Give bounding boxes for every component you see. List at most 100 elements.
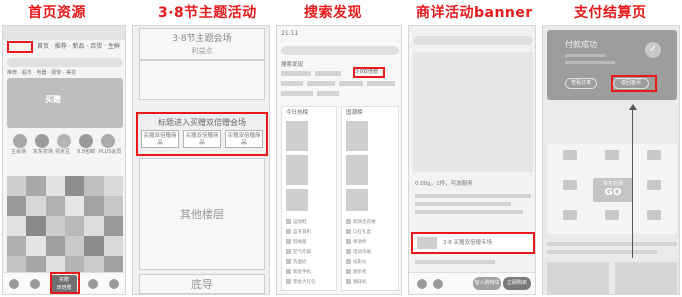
icon-label: 东东农场 [33, 149, 54, 155]
list-thumb[interactable] [346, 189, 368, 211]
hot-word[interactable] [339, 81, 363, 86]
go-label: GO [604, 187, 622, 198]
highlight-back-button [611, 75, 657, 92]
recommend-grid: 东东农场 GO [547, 144, 677, 234]
info-line [415, 260, 495, 264]
check-icon: ✓ [645, 42, 661, 58]
cart-tab-icon[interactable] [88, 278, 99, 289]
product-feed-blurred[interactable] [7, 176, 123, 276]
hot-word[interactable] [307, 81, 335, 86]
search-section-title: 搜索发现 [281, 62, 304, 68]
icon-grid: 主会场 东东农场 领京豆 9.9包邮 PLUS会员 [11, 134, 121, 170]
list-thumb[interactable] [346, 121, 368, 151]
theme-activity-screen: 3·8节主题会场 利益点 标题进入买赠双倍赠会场 买赠双倍赠商品 买赠双倍赠商品… [132, 25, 270, 295]
info-line [415, 194, 531, 198]
venue-benefit: 利益点 [191, 47, 213, 55]
info-line [547, 250, 657, 254]
grid-cell[interactable] [635, 208, 673, 232]
product-spec[interactable]: 0.00g，1件，可选服务 [415, 181, 473, 187]
list-thumb[interactable] [286, 121, 308, 151]
sub-tabs[interactable]: 推荐 · 超市 · 电器 · 服饰 · 美妆 [7, 70, 76, 77]
status-time: 21:11 [281, 30, 299, 37]
icon-label: 领京豆 [55, 149, 71, 155]
home-tab-icon[interactable] [8, 278, 19, 289]
title-home-resources: 首页资源 [28, 5, 86, 21]
placeholder-section [139, 60, 265, 100]
icon-label: 9.9包邮 [77, 149, 95, 155]
grid-cell[interactable] [635, 148, 673, 172]
farm-go-button[interactable]: 东东农场 GO [593, 178, 633, 202]
other-floors: 其他楼层 [139, 158, 265, 270]
promo-banner-title: 买赠 [45, 95, 61, 104]
hot-list-left: 今日热榜 运动鞋 蓝牙耳机 羽绒服 空气炸锅 洗面奶 新款手机 零食大礼包 [281, 106, 337, 291]
info-line [565, 54, 605, 57]
add-to-cart-button[interactable]: 加入购物车 [473, 277, 501, 290]
product-card[interactable] [547, 262, 609, 294]
grid-cell[interactable] [635, 178, 673, 202]
grid-cell[interactable] [551, 148, 589, 172]
highlight-hot-word [353, 67, 385, 78]
discover-tab-icon[interactable] [29, 278, 40, 289]
title-theme-activity: 3·8节主题活动 [158, 5, 257, 21]
hot-word[interactable] [315, 71, 341, 76]
product-card[interactable] [615, 262, 677, 294]
hot-word[interactable] [367, 81, 395, 86]
hot-word[interactable] [317, 91, 339, 96]
beans-icon[interactable] [57, 134, 71, 148]
title-payment-page: 支付结算页 [574, 5, 647, 21]
hot-word[interactable] [281, 91, 313, 96]
view-order-button[interactable]: 查看订单 [565, 78, 597, 89]
icon-label: 主会场 [11, 149, 27, 155]
hot-word[interactable] [281, 81, 303, 86]
product-image[interactable] [413, 52, 533, 172]
bottom-nav[interactable]: 底导 [139, 274, 265, 294]
info-line [415, 202, 511, 206]
grid-cell[interactable] [593, 208, 631, 232]
payment-screen: 付款成功 ✓ 查看订单 返回首页 东东农场 GO [542, 25, 680, 295]
payment-status: 付款成功 [565, 40, 597, 49]
title-search-discovery: 搜索发现 [304, 5, 362, 21]
service-icon[interactable] [433, 279, 443, 289]
go-caption: 东东农场 [602, 181, 623, 187]
pointer-arrow-head [629, 104, 637, 110]
highlight-activity-banner [411, 232, 535, 254]
buy-now-button[interactable]: 立即购买 [503, 277, 531, 290]
search-discovery-screen: 21:11 搜索发现 3·8双倍赠 今日热榜 运动鞋 蓝牙耳机 羽绒服 空气炸锅… [276, 25, 402, 295]
grid-cell[interactable] [593, 148, 631, 172]
search-input[interactable] [413, 36, 533, 45]
highlight-buy-gift-tab [50, 272, 80, 294]
home-screen: 首页 · 推荐 · 新品 · 百货 · 生鲜 推荐 · 超市 · 电器 · 服饰… [2, 25, 126, 295]
free-shipping-icon[interactable] [79, 134, 93, 148]
venue-title: 3·8节主题会场 [172, 34, 232, 44]
info-line [565, 61, 615, 64]
icon-label: PLUS会员 [99, 149, 122, 155]
bottom-action-bar: 加入购物车 立即购买 [409, 272, 535, 294]
product-detail-screen: 0.00g，1件，可选服务 3·8 买赠双倍赠专场 加入购物车 立即购买 [408, 25, 536, 295]
pointer-arrow-line [632, 108, 633, 258]
highlight-promo-block [136, 112, 268, 156]
list-tab[interactable]: 国潮榜 [346, 110, 363, 116]
hot-list-right: 国潮榜 新款连衣裙 口红礼盒 保温杯 电动牙刷 投影仪 跑步机 咖啡机 [341, 106, 399, 291]
title-detail-banner: 商详活动banner [416, 5, 533, 21]
theme-venue-header[interactable]: 3·8节主题会场 利益点 [139, 28, 265, 60]
promo-banner[interactable] [7, 78, 123, 128]
list-tab[interactable]: 今日热榜 [286, 110, 308, 116]
main-venue-icon[interactable] [13, 134, 27, 148]
grid-cell[interactable] [551, 208, 589, 232]
plus-member-icon[interactable] [101, 134, 115, 148]
highlight-home-location [7, 41, 33, 53]
my-tab-icon[interactable] [109, 278, 120, 289]
hot-word[interactable] [281, 71, 311, 76]
farm-icon[interactable] [35, 134, 49, 148]
info-line [547, 242, 677, 246]
grid-cell[interactable] [551, 178, 589, 202]
home-tabs[interactable]: 首页 · 推荐 · 新品 · 百货 · 生鲜 [37, 43, 120, 51]
status-bar [3, 26, 125, 40]
list-thumb[interactable] [346, 155, 368, 185]
search-input[interactable] [281, 46, 399, 55]
list-thumb[interactable] [286, 189, 308, 211]
search-input[interactable] [7, 58, 123, 67]
list-thumb[interactable] [286, 155, 308, 185]
shop-icon[interactable] [417, 279, 427, 289]
info-line [415, 210, 523, 214]
